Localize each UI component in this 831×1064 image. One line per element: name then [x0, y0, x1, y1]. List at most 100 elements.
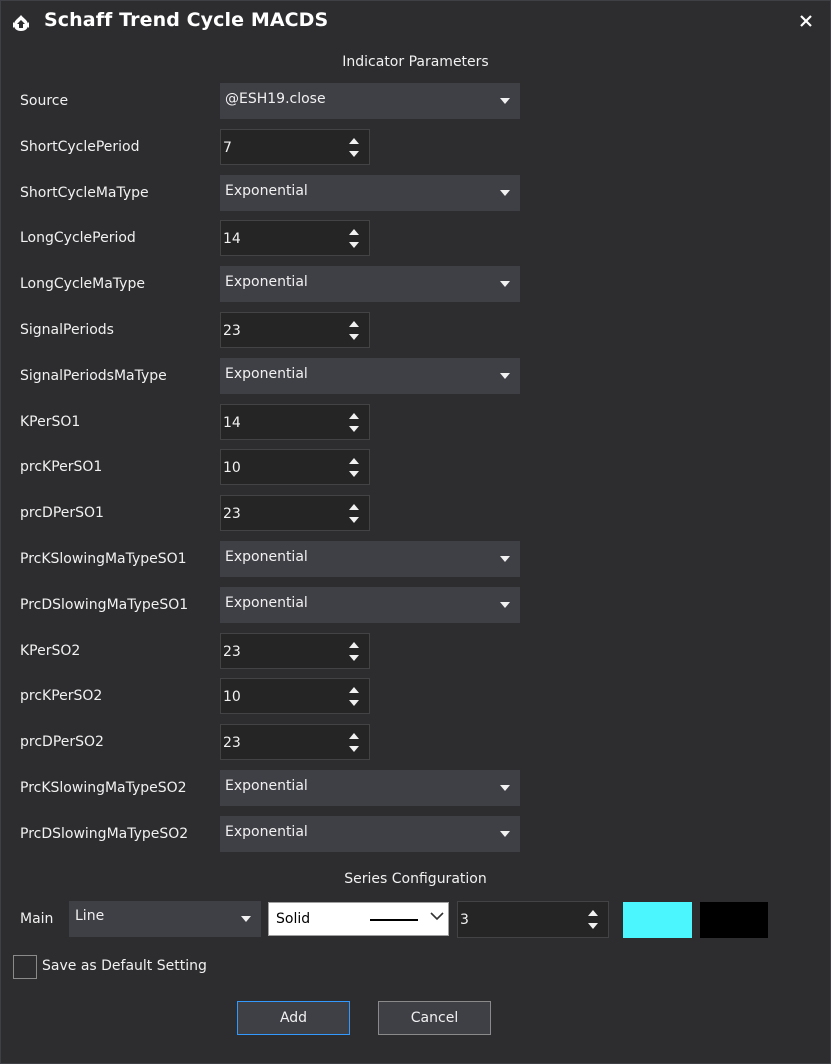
spin-up-icon[interactable] [349, 504, 359, 510]
line-width-spinner[interactable]: 3 [457, 901, 609, 938]
title-bar[interactable]: Schaff Trend Cycle MACDS [1, 1, 830, 45]
param-label-kperso1: KPerSO1 [20, 414, 81, 430]
series-type-dropdown[interactable]: Line [69, 901, 261, 937]
value-signalperiodsmatype: Exponential [225, 366, 308, 382]
close-icon [799, 14, 813, 32]
dropdown-signalperiodsmatype[interactable]: Exponential [220, 358, 520, 394]
chevron-down-icon [500, 98, 510, 104]
spinner-kperso1[interactable]: 14 [220, 404, 370, 440]
spin-up-icon[interactable] [349, 413, 359, 419]
spin-down-icon[interactable] [349, 655, 359, 661]
spin-up-icon[interactable] [588, 910, 598, 916]
param-label-prckperso1: prcKPerSO1 [20, 459, 103, 475]
chevron-down-icon [500, 373, 510, 379]
indicator-parameters-header: Indicator Parameters [342, 54, 489, 70]
indicator-app-icon [11, 13, 31, 33]
value-prckperso1: 10 [223, 460, 241, 476]
param-label-prcdslowingmatypeso1: PrcDSlowingMaTypeSO1 [20, 597, 189, 613]
spin-up-icon[interactable] [349, 642, 359, 648]
value-longcycleperiod: 14 [223, 231, 241, 247]
indicator-dialog: Schaff Trend Cycle MACDS Indicator Param… [0, 0, 831, 1064]
chevron-down-icon [500, 785, 510, 791]
series-type-value: Line [75, 908, 105, 924]
chevron-down-icon [500, 190, 510, 196]
value-prcdslowingmatypeso1: Exponential [225, 595, 308, 611]
spin-down-icon[interactable] [588, 923, 598, 929]
chevron-down-icon [429, 908, 445, 928]
spin-down-icon[interactable] [349, 746, 359, 752]
secondary-color-swatch[interactable] [700, 902, 768, 938]
line-width-value: 3 [460, 912, 469, 928]
value-prcdperso2: 23 [223, 735, 241, 751]
value-signalperiods: 23 [223, 323, 241, 339]
value-prckslowingmatypeso2: Exponential [225, 778, 308, 794]
spin-down-icon[interactable] [349, 242, 359, 248]
spin-down-icon[interactable] [349, 700, 359, 706]
cancel-button[interactable]: Cancel [378, 1001, 491, 1035]
dropdown-prcdslowingmatypeso1[interactable]: Exponential [220, 587, 520, 623]
param-label-longcycleperiod: LongCyclePeriod [20, 230, 136, 246]
spin-up-icon[interactable] [349, 229, 359, 235]
param-label-prcdperso2: prcDPerSO2 [20, 734, 104, 750]
spinner-prcdperso1[interactable]: 23 [220, 495, 370, 531]
param-label-prcdperso1: prcDPerSO1 [20, 505, 104, 521]
spinner-prckperso2[interactable]: 10 [220, 678, 370, 714]
value-prcdslowingmatypeso2: Exponential [225, 824, 308, 840]
value-kperso1: 14 [223, 415, 241, 431]
close-button[interactable] [793, 9, 819, 37]
dropdown-prckslowingmatypeso1[interactable]: Exponential [220, 541, 520, 577]
param-label-prckslowingmatypeso1: PrcKSlowingMaTypeSO1 [20, 551, 187, 567]
spinner-signalperiods[interactable]: 23 [220, 312, 370, 348]
dropdown-longcyclematype[interactable]: Exponential [220, 266, 520, 302]
dropdown-shortcyclematype[interactable]: Exponential [220, 175, 520, 211]
spinner-prckperso1[interactable]: 10 [220, 449, 370, 485]
spin-down-icon[interactable] [349, 334, 359, 340]
dropdown-prcdslowingmatypeso2[interactable]: Exponential [220, 816, 520, 852]
param-label-shortcyclematype: ShortCycleMaType [20, 185, 149, 201]
param-label-signalperiods: SignalPeriods [20, 322, 114, 338]
add-button[interactable]: Add [237, 1001, 350, 1035]
spin-up-icon[interactable] [349, 687, 359, 693]
spin-down-icon[interactable] [349, 471, 359, 477]
value-kperso2: 23 [223, 644, 241, 660]
value-prckperso2: 10 [223, 689, 241, 705]
chevron-down-icon [500, 831, 510, 837]
line-sample [370, 919, 418, 921]
spinner-shortcycleperiod[interactable]: 7 [220, 129, 370, 165]
value-shortcyclematype: Exponential [225, 183, 308, 199]
spin-up-icon[interactable] [349, 321, 359, 327]
param-label-prckslowingmatypeso2: PrcKSlowingMaTypeSO2 [20, 780, 187, 796]
chevron-down-icon [500, 602, 510, 608]
spin-up-icon[interactable] [349, 138, 359, 144]
primary-color-swatch[interactable] [623, 902, 692, 938]
param-label-shortcycleperiod: ShortCyclePeriod [20, 139, 140, 155]
series-configuration-header: Series Configuration [344, 871, 487, 887]
spin-up-icon[interactable] [349, 458, 359, 464]
param-label-source: Source [20, 93, 69, 109]
spin-down-icon[interactable] [349, 517, 359, 523]
spinner-longcycleperiod[interactable]: 14 [220, 220, 370, 256]
chevron-down-icon [500, 281, 510, 287]
save-default-label: Save as Default Setting [42, 958, 207, 974]
spinner-kperso2[interactable]: 23 [220, 633, 370, 669]
spin-down-icon[interactable] [349, 151, 359, 157]
chevron-down-icon [241, 916, 251, 922]
dialog-title: Schaff Trend Cycle MACDS [44, 9, 329, 31]
dropdown-prckslowingmatypeso2[interactable]: Exponential [220, 770, 520, 806]
dropdown-source[interactable]: @ESH19.close [220, 83, 520, 119]
param-label-kperso2: KPerSO2 [20, 643, 81, 659]
series-name-label: Main [20, 911, 54, 927]
line-style-dropdown[interactable]: Solid [268, 902, 449, 936]
value-source: @ESH19.close [225, 91, 326, 107]
line-style-value: Solid [276, 911, 311, 927]
value-shortcycleperiod: 7 [223, 140, 232, 156]
param-label-prcdslowingmatypeso2: PrcDSlowingMaTypeSO2 [20, 826, 189, 842]
value-longcyclematype: Exponential [225, 274, 308, 290]
save-default-checkbox[interactable] [13, 955, 37, 979]
chevron-down-icon [500, 556, 510, 562]
param-label-prckperso2: prcKPerSO2 [20, 688, 103, 704]
spinner-prcdperso2[interactable]: 23 [220, 724, 370, 760]
spin-down-icon[interactable] [349, 426, 359, 432]
spin-up-icon[interactable] [349, 733, 359, 739]
param-label-signalperiodsmatype: SignalPeriodsMaType [20, 368, 167, 384]
